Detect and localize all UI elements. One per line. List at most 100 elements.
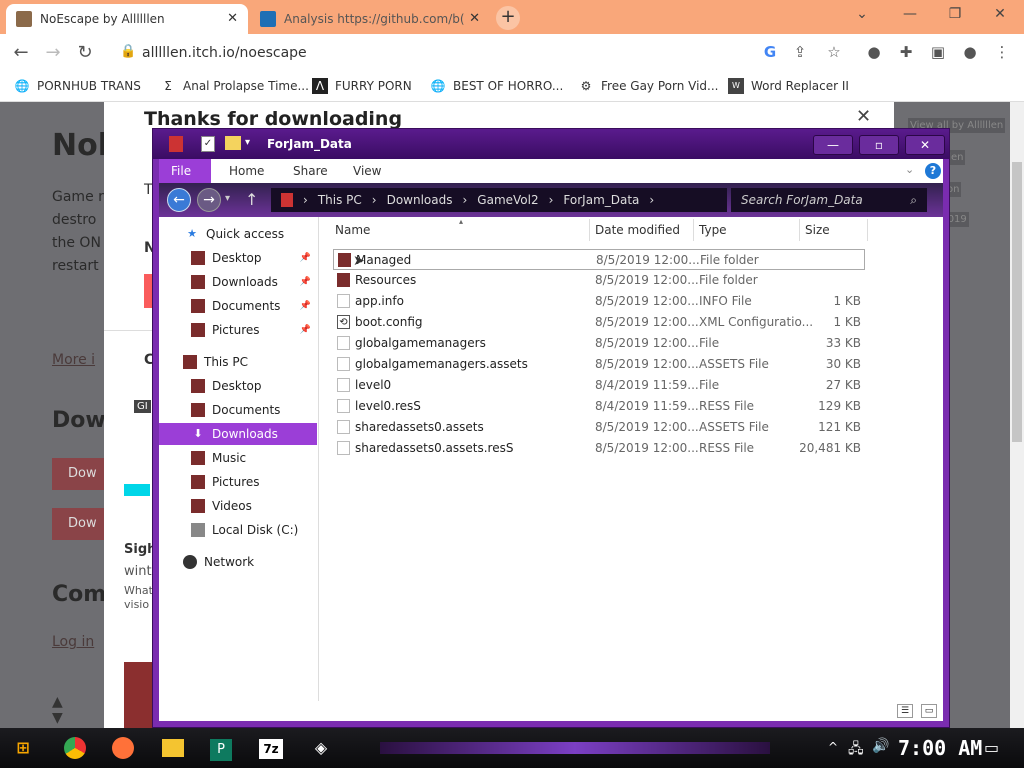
breadcrumb-this-pc[interactable]: This PC xyxy=(318,193,362,207)
nav-quick-access[interactable]: ★ Quick access xyxy=(159,223,317,245)
search-input[interactable]: Search ForJam_Data ⌕ xyxy=(731,188,927,212)
game-thumbnail[interactable] xyxy=(124,662,154,728)
file-row[interactable]: sharedassets0.assets 8/5/2019 12:00... A… xyxy=(333,417,865,438)
bookmark-item[interactable]: ⚙ Free Gay Porn Vid... xyxy=(578,78,719,94)
tab-file[interactable]: File xyxy=(159,159,211,183)
forward-nav-icon[interactable]: → xyxy=(197,188,221,212)
firefox-icon[interactable] xyxy=(108,734,138,762)
start-icon[interactable]: ⊞ xyxy=(8,734,38,762)
nav-local-disk[interactable]: Local Disk (C:) xyxy=(159,519,317,541)
file-row[interactable]: Managed 8/5/2019 12:00... File folder xyxy=(333,249,865,270)
notifications-icon[interactable]: ▭ xyxy=(984,738,999,757)
file-row[interactable]: globalgamemanagers.assets 8/5/2019 12:00… xyxy=(333,354,865,375)
nav-network[interactable]: Network xyxy=(159,551,317,573)
column-date-modified[interactable]: Date modified xyxy=(595,223,680,237)
nav-pictures-pinned[interactable]: Pictures 📌 xyxy=(159,319,317,341)
forward-icon[interactable]: → xyxy=(42,42,64,63)
sidebar-icon[interactable]: ▣ xyxy=(928,43,948,63)
nav-videos[interactable]: Videos xyxy=(159,495,317,517)
bookmark-item[interactable]: Λ FURRY PORN xyxy=(312,78,412,94)
nav-this-pc[interactable]: This PC xyxy=(159,351,317,373)
restore-icon[interactable]: ❐ xyxy=(945,6,965,22)
new-folder-icon[interactable] xyxy=(225,136,241,150)
pin-icon[interactable]: 📌 xyxy=(300,277,311,287)
menu-icon[interactable]: ⋮ xyxy=(992,43,1012,63)
chrome-icon[interactable] xyxy=(60,734,90,762)
more-link[interactable]: More i xyxy=(52,352,95,368)
close-tab-icon[interactable]: ✕ xyxy=(227,11,238,26)
collapse-arrows-icon[interactable]: ▲ ▼ xyxy=(52,694,63,726)
new-tab-button[interactable]: + xyxy=(496,6,520,30)
extension-avatar-icon[interactable]: ● xyxy=(864,43,884,63)
breadcrumb[interactable]: › This PC › Downloads › GameVol2 › ForJa… xyxy=(271,188,727,212)
back-icon[interactable]: ← xyxy=(10,42,32,63)
login-link[interactable]: Log in xyxy=(52,634,94,650)
column-divider[interactable] xyxy=(799,219,800,241)
nav-documents[interactable]: Documents xyxy=(159,399,317,421)
close-window-icon[interactable]: ✕ xyxy=(990,6,1010,22)
page-scrollbar[interactable] xyxy=(1010,102,1024,728)
file-explorer-icon[interactable] xyxy=(158,734,188,762)
file-row[interactable]: app.info 8/5/2019 12:00... INFO File 1 K… xyxy=(333,291,865,312)
profile-icon[interactable]: ● xyxy=(960,43,980,63)
volume-icon[interactable]: 🔊 xyxy=(872,738,889,754)
clock[interactable]: 7:00 AM xyxy=(898,736,982,760)
column-divider[interactable] xyxy=(693,219,694,241)
close-tab-icon[interactable]: ✕ xyxy=(469,11,480,26)
publisher-icon[interactable]: P xyxy=(206,734,236,762)
nav-desktop[interactable]: Desktop xyxy=(159,375,317,397)
tab-share[interactable]: Share xyxy=(281,159,340,183)
7zip-icon[interactable]: 7z xyxy=(256,734,286,762)
column-size[interactable]: Size xyxy=(805,223,830,237)
back-nav-icon[interactable]: ← xyxy=(167,188,191,212)
bookmark-item[interactable]: Σ Anal Prolapse Time... xyxy=(160,78,309,94)
nav-music[interactable]: Music xyxy=(159,447,317,469)
file-row[interactable]: Resources 8/5/2019 12:00... File folder xyxy=(333,270,865,291)
recent-locations-icon[interactable]: ▾ xyxy=(225,193,230,204)
extensions-icon[interactable]: ✚ xyxy=(896,43,916,63)
pin-icon[interactable]: 📌 xyxy=(300,325,311,335)
pin-icon[interactable]: 📌 xyxy=(300,253,311,263)
explorer-titlebar[interactable]: ✓ ▾ ForJam_Data — ▫ ✕ xyxy=(153,129,949,159)
file-row[interactable]: level0.resS 8/4/2019 11:59... RESS File … xyxy=(333,396,865,417)
expand-ribbon-icon[interactable]: ⌄ xyxy=(905,163,914,176)
pin-icon[interactable]: 📌 xyxy=(300,301,311,311)
tab-search-icon[interactable]: ⌄ xyxy=(852,6,872,22)
file-row[interactable]: ⟲ boot.config 8/5/2019 12:00... XML Conf… xyxy=(333,312,865,333)
tab-analysis[interactable]: Analysis https://github.com/b( ✕ xyxy=(250,4,490,34)
show-hidden-icons-icon[interactable]: ^ xyxy=(828,740,838,754)
details-view-icon[interactable]: ☰ xyxy=(897,704,913,718)
column-name[interactable]: Name xyxy=(335,223,370,237)
network-status-icon[interactable]: 🖧 xyxy=(848,738,864,762)
bookmark-item[interactable]: W Word Replacer II xyxy=(728,78,849,94)
breadcrumb-forjam-data[interactable]: ForJam_Data xyxy=(563,193,639,207)
up-arrow-icon[interactable]: ↑ xyxy=(245,190,258,209)
column-type[interactable]: Type xyxy=(699,223,727,237)
tab-view[interactable]: View xyxy=(341,159,393,183)
google-icon[interactable]: G xyxy=(760,43,780,63)
tab-noescape[interactable]: NoEscape by Allllllen ✕ xyxy=(6,4,248,34)
unity-icon[interactable]: ◈ xyxy=(306,734,336,762)
nav-pictures[interactable]: Pictures xyxy=(159,471,317,493)
tab-home[interactable]: Home xyxy=(217,159,276,183)
breadcrumb-gamevol2[interactable]: GameVol2 xyxy=(477,193,538,207)
quick-access-dropdown-icon[interactable]: ▾ xyxy=(245,137,250,148)
nav-downloads-pinned[interactable]: Downloads 📌 xyxy=(159,271,317,293)
modal-close-icon[interactable]: ✕ xyxy=(856,106,871,127)
share-icon[interactable]: ⇪ xyxy=(790,43,810,63)
file-row[interactable]: sharedassets0.assets.resS 8/5/2019 12:00… xyxy=(333,438,865,459)
bookmark-star-icon[interactable]: ☆ xyxy=(824,43,844,63)
file-row[interactable]: level0 8/4/2019 11:59... File 27 KB xyxy=(333,375,865,396)
nav-desktop-pinned[interactable]: Desktop 📌 xyxy=(159,247,317,269)
explorer-maximize-button[interactable]: ▫ xyxy=(859,135,899,155)
download-button[interactable]: Dow xyxy=(52,508,112,540)
address-bar[interactable]: 🔒 alllllen.itch.io/noescape xyxy=(108,38,814,68)
large-icons-view-icon[interactable]: ▭ xyxy=(921,704,937,718)
scroll-thumb[interactable] xyxy=(1012,162,1022,442)
explorer-minimize-button[interactable]: — xyxy=(813,135,853,155)
nav-documents-pinned[interactable]: Documents 📌 xyxy=(159,295,317,317)
help-icon[interactable]: ? xyxy=(925,163,941,179)
explorer-close-button[interactable]: ✕ xyxy=(905,135,945,155)
minimize-icon[interactable]: — xyxy=(900,6,920,22)
file-row[interactable]: globalgamemanagers 8/5/2019 12:00... Fil… xyxy=(333,333,865,354)
